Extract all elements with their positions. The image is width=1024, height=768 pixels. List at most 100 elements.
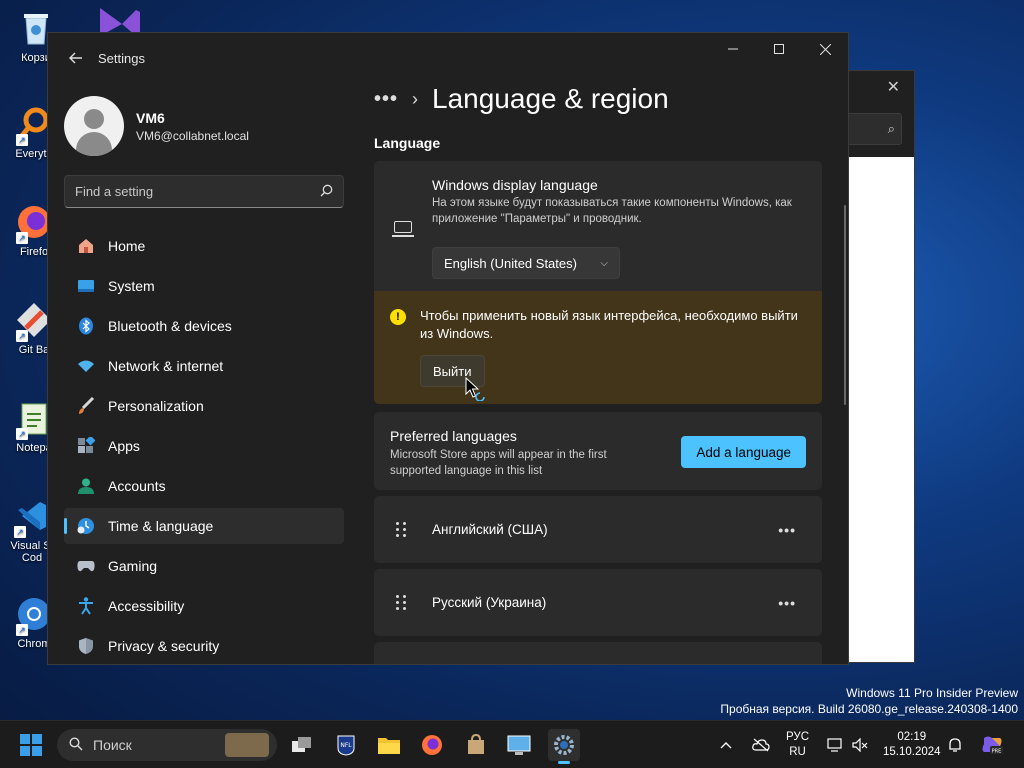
- nav-item-network[interactable]: Network & internet: [64, 348, 344, 384]
- home-icon: [76, 236, 96, 256]
- apps-icon: [76, 436, 96, 456]
- drag-handle-icon[interactable]: [396, 595, 408, 611]
- maximize-button[interactable]: [756, 33, 802, 65]
- nav-item-system[interactable]: System: [64, 268, 344, 304]
- copilot-button[interactable]: PRE: [980, 721, 1004, 768]
- user-email: VM6@collabnet.local: [136, 128, 249, 143]
- nav-label: Network & internet: [108, 358, 224, 374]
- background-window-content: [847, 157, 914, 662]
- clock[interactable]: 02:19 15.10.2024: [883, 721, 941, 768]
- volume-muted-icon: [852, 738, 868, 752]
- nav-item-privacy-security[interactable]: Privacy & security: [64, 628, 344, 664]
- desktop-icon-label: Git Ba: [18, 344, 50, 356]
- taskbar-app-store[interactable]: [460, 729, 492, 761]
- language-row-partial[interactable]: [374, 642, 822, 664]
- background-search-field[interactable]: ⌕: [841, 113, 902, 145]
- build-watermark: Windows 11 Pro Insider Preview Пробная в…: [720, 685, 1018, 717]
- language-row[interactable]: Русский (Украина) •••: [374, 569, 822, 636]
- display-language-description: На этом языке будут показываться такие к…: [432, 197, 792, 225]
- language-row[interactable]: Английский (США) •••: [374, 496, 822, 563]
- taskbar-app-firefox[interactable]: [416, 729, 448, 761]
- clock-date: 15.10.2024: [883, 746, 941, 758]
- search-icon: [320, 184, 333, 200]
- nav-item-personalization[interactable]: Personalization: [64, 388, 344, 424]
- user-profile[interactable]: VM6 VM6@collabnet.local: [48, 83, 358, 163]
- shortcut-arrow-icon: ↗: [14, 526, 26, 538]
- svg-text:NFL: NFL: [340, 742, 352, 749]
- nav-label: Accounts: [108, 478, 166, 494]
- nav-item-gaming[interactable]: Gaming: [64, 548, 344, 584]
- chevron-down-icon: ⌵: [600, 257, 608, 269]
- close-icon: [819, 43, 831, 55]
- nav-item-apps[interactable]: Apps: [64, 428, 344, 464]
- language-name: Английский (США): [432, 522, 548, 537]
- scrollbar[interactable]: [844, 205, 846, 405]
- nav-label: Personalization: [108, 398, 204, 414]
- settings-window: Settings VM6 VM6@collabnet.local Find a …: [47, 32, 849, 665]
- gear-icon: [554, 735, 574, 755]
- nav-item-bluetooth[interactable]: Bluetooth & devices: [64, 308, 344, 344]
- search-icon: ⌕: [887, 121, 895, 136]
- accessibility-icon: [76, 596, 96, 616]
- minimize-icon: [728, 48, 738, 50]
- nav-label: Bluetooth & devices: [108, 318, 232, 334]
- settings-search[interactable]: [64, 175, 344, 208]
- tray-cloud-offline[interactable]: [752, 721, 770, 768]
- folder-icon: [378, 738, 400, 754]
- back-button[interactable]: [56, 38, 96, 78]
- remote-desktop-icon: [507, 735, 531, 755]
- background-window[interactable]: ✕ ⌕: [840, 70, 915, 663]
- nav-label: System: [108, 278, 155, 294]
- close-button[interactable]: [802, 33, 848, 65]
- nav-item-accounts[interactable]: Accounts: [64, 468, 344, 504]
- display-language-value: English (United States): [444, 255, 577, 271]
- preferred-languages-description: Microsoft Store apps will appear in the …: [390, 449, 607, 477]
- more-options-icon[interactable]: •••: [778, 522, 796, 538]
- taskbar: Поиск NFL РУС RU 02:19 15.10.2024 PRE: [0, 720, 1024, 768]
- add-language-button[interactable]: Add a language: [681, 436, 806, 468]
- taskbar-app-file-explorer[interactable]: [373, 729, 405, 761]
- shortcut-arrow-icon: ↗: [16, 134, 28, 146]
- nav-label: Gaming: [108, 558, 158, 574]
- taskbar-search[interactable]: Поиск: [57, 729, 277, 761]
- main-content: ••• › Language & region Language Windows…: [374, 83, 848, 664]
- input-language-indicator[interactable]: РУС RU: [786, 721, 809, 768]
- taskbar-app-remote-desktop[interactable]: [503, 729, 535, 761]
- start-button[interactable]: [20, 734, 42, 756]
- breadcrumb-overflow-button[interactable]: •••: [374, 88, 398, 111]
- search-highlight-image: [225, 733, 269, 757]
- more-options-icon[interactable]: •••: [778, 595, 796, 611]
- watermark-edition: Windows 11 Pro Insider Preview: [846, 686, 1018, 700]
- warning-icon: !: [390, 309, 406, 325]
- store-bag-icon: [468, 734, 484, 754]
- system-icon: [76, 276, 96, 296]
- time-language-icon: [76, 516, 96, 536]
- sidebar: VM6 VM6@collabnet.local Home System Blue…: [48, 83, 358, 664]
- windows-logo-icon: [20, 734, 30, 744]
- cloud-off-icon: [752, 738, 770, 752]
- nav-item-time-language[interactable]: Time & language: [64, 508, 344, 544]
- close-icon[interactable]: ✕: [887, 77, 900, 97]
- nfl-icon: NFL: [337, 735, 355, 756]
- show-hidden-icons-button[interactable]: [720, 721, 732, 768]
- input-language-top: РУС: [786, 731, 810, 743]
- nav-item-home[interactable]: Home: [64, 228, 344, 264]
- taskbar-app-nfl[interactable]: NFL: [330, 729, 362, 761]
- taskbar-app-settings[interactable]: [548, 729, 580, 764]
- notifications-button[interactable]: [948, 721, 962, 768]
- copilot-icon: PRE: [982, 736, 1003, 755]
- search-input[interactable]: [75, 184, 320, 199]
- shortcut-arrow-icon: ↗: [16, 330, 28, 342]
- nav-label: Accessibility: [108, 598, 185, 614]
- gaming-icon: [76, 556, 96, 576]
- nav-label: Privacy & security: [108, 638, 220, 654]
- tray-network[interactable]: [827, 721, 843, 768]
- nav-item-accessibility[interactable]: Accessibility: [64, 588, 344, 624]
- display-language-dropdown[interactable]: English (United States) ⌵: [432, 247, 620, 279]
- drag-handle-icon[interactable]: [396, 522, 408, 538]
- minimize-button[interactable]: [710, 33, 756, 65]
- watermark-build: Пробная версия. Build 26080.ge_release.2…: [720, 702, 1018, 716]
- task-view-button[interactable]: [286, 729, 318, 761]
- taskbar-search-label: Поиск: [93, 737, 132, 753]
- tray-volume[interactable]: [852, 721, 868, 768]
